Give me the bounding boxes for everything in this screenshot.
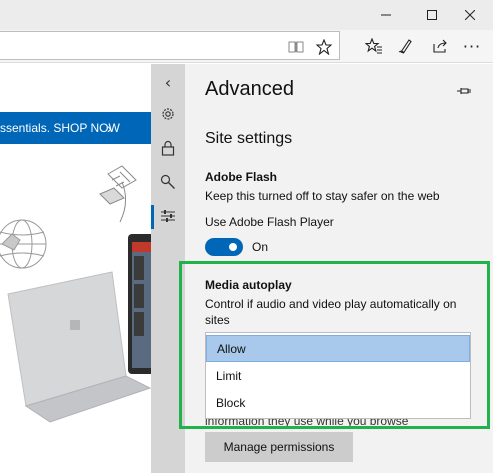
flash-toggle[interactable]	[205, 238, 243, 256]
lock-icon	[161, 140, 175, 156]
close-button[interactable]	[447, 0, 493, 30]
favorites-hub-icon	[365, 38, 382, 54]
favorite-star-icon[interactable]	[315, 38, 333, 56]
highlight-frame	[179, 261, 490, 429]
panel-title: Advanced	[205, 78, 294, 100]
pen-icon	[398, 39, 412, 54]
password-settings-button[interactable]	[151, 166, 185, 198]
promo-banner[interactable]: ssentials. SHOP NOW ›	[0, 112, 151, 144]
back-button[interactable]: ‹	[151, 66, 185, 98]
chevron-left-icon: ‹	[164, 72, 172, 92]
sliders-icon	[161, 210, 175, 222]
product-illustration	[0, 165, 151, 423]
pin-icon[interactable]	[455, 82, 473, 100]
close-icon	[465, 10, 475, 20]
reading-view-icon[interactable]	[288, 39, 304, 55]
use-flash-label: Use Adobe Flash Player	[205, 215, 334, 229]
advanced-settings-button[interactable]	[151, 200, 185, 232]
gear-icon	[162, 108, 174, 120]
general-settings-button[interactable]	[151, 98, 185, 130]
flash-toggle-state: On	[252, 240, 269, 254]
promo-text: ssentials. SHOP NOW	[0, 121, 120, 135]
toggle-knob	[229, 243, 237, 251]
address-bar[interactable]	[0, 31, 340, 60]
minimize-button[interactable]	[363, 0, 409, 30]
favorites-hub-button[interactable]	[364, 36, 384, 56]
share-icon	[433, 39, 447, 53]
web-note-button[interactable]	[396, 36, 416, 56]
navigation-bar: ···	[0, 30, 493, 63]
adobe-flash-description: Keep this turned off to stay safer on th…	[205, 189, 440, 203]
maximize-icon	[427, 10, 437, 20]
site-settings-heading: Site settings	[205, 130, 293, 147]
minimize-icon	[381, 14, 391, 16]
share-button[interactable]	[430, 36, 450, 56]
more-button[interactable]: ···	[462, 36, 482, 56]
title-bar	[0, 0, 493, 30]
web-page-content: ssentials. SHOP NOW ›	[0, 64, 151, 473]
adobe-flash-heading: Adobe Flash	[205, 170, 278, 184]
privacy-settings-button[interactable]	[151, 132, 185, 164]
key-icon	[160, 174, 175, 189]
chevron-right-icon: ›	[107, 120, 112, 136]
manage-permissions-button[interactable]: Manage permissions	[205, 432, 353, 462]
